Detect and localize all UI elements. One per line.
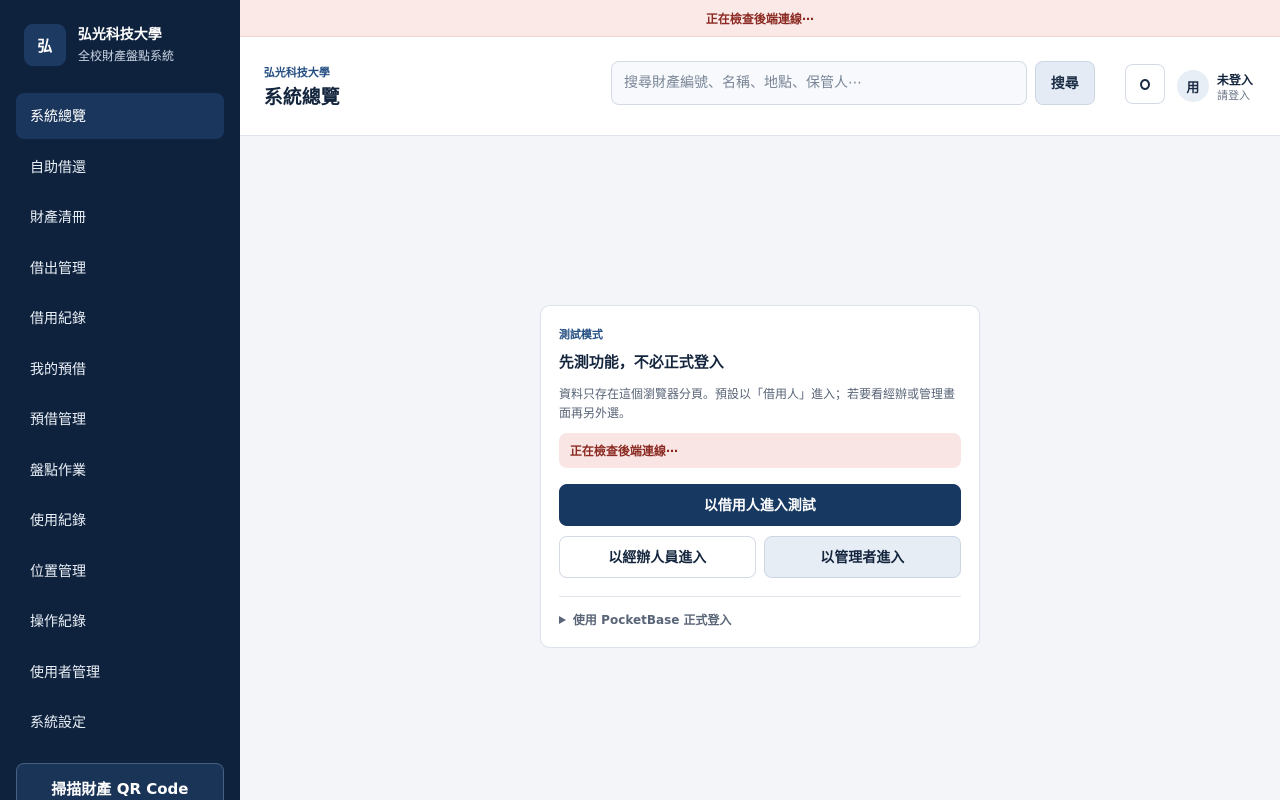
sidebar-item-overview[interactable]: 系統總覽 — [16, 93, 224, 139]
triangle-right-icon — [559, 615, 566, 624]
sidebar-item-audit-log[interactable]: 操作紀錄 — [16, 598, 224, 644]
user-login-hint: 請登入 — [1217, 89, 1250, 102]
enter-as-borrower-button[interactable]: 以借用人進入測試 — [559, 484, 961, 526]
sidebar-item-locations[interactable]: 位置管理 — [16, 548, 224, 594]
sidebar-item-asset-list[interactable]: 財產清冊 — [16, 194, 224, 240]
sidebar-item-loan-records[interactable]: 借用紀錄 — [16, 295, 224, 341]
circle-icon — [1140, 78, 1150, 90]
card-description: 資料只存在這個瀏覽器分頁。預設以「借用人」進入；若要看經辦或管理畫面再另外選。 — [559, 387, 956, 420]
header: 弘光科技大學 系統總覽 搜尋 用 未登入 請登入 — [240, 37, 1280, 136]
pocketbase-login-label: 使用 PocketBase 正式登入 — [573, 613, 732, 627]
brand-name: 弘光科技大學 — [78, 27, 162, 43]
page-title: 系統總覽 — [264, 86, 341, 108]
sidebar-nav: 系統總覽 自助借還 財產清冊 借出管理 借用紀錄 我的預借 預借管理 盤點作業 … — [16, 93, 224, 750]
connection-banner: 正在檢查後端連線⋯ — [240, 0, 1280, 37]
test-mode-card: 測試模式 先測功能，不必正式登入 資料只存在這個瀏覽器分頁。預設以「借用人」進入… — [540, 305, 980, 648]
brand: 弘 弘光科技大學 全校財產盤點系統 — [24, 24, 174, 66]
user-name: 未登入 — [1217, 73, 1254, 87]
divider — [559, 596, 961, 597]
pocketbase-login-toggle[interactable]: 使用 PocketBase 正式登入 — [559, 611, 732, 628]
sidebar-item-inventory[interactable]: 盤點作業 — [16, 447, 224, 493]
sidebar-item-settings[interactable]: 系統設定 — [16, 699, 224, 745]
theme-toggle-button[interactable] — [1125, 64, 1165, 104]
sidebar-item-loan-management[interactable]: 借出管理 — [16, 245, 224, 291]
scan-qr-button[interactable]: 掃描財產 QR Code — [16, 763, 224, 800]
card-tag: 測試模式 — [559, 328, 603, 341]
sidebar: 弘 弘光科技大學 全校財產盤點系統 系統總覽 自助借還 財產清冊 借出管理 借用… — [0, 0, 240, 800]
sidebar-item-usage-records[interactable]: 使用紀錄 — [16, 497, 224, 543]
brand-text: 弘光科技大學 全校財產盤點系統 — [78, 25, 174, 65]
sidebar-item-users[interactable]: 使用者管理 — [16, 649, 224, 695]
card-title: 先測功能，不必正式登入 — [559, 353, 725, 371]
sidebar-item-self-borrow[interactable]: 自助借還 — [16, 144, 224, 190]
enter-as-admin-button[interactable]: 以管理者進入 — [764, 536, 961, 578]
brand-logo: 弘 — [24, 24, 66, 66]
breadcrumb: 弘光科技大學 — [264, 66, 330, 79]
status-badge: 正在檢查後端連線⋯ — [559, 433, 961, 468]
search-input[interactable] — [611, 61, 1027, 105]
sidebar-item-my-reservations[interactable]: 我的預借 — [16, 346, 224, 392]
enter-as-staff-button[interactable]: 以經辦人員進入 — [559, 536, 756, 578]
sidebar-item-reservation-management[interactable]: 預借管理 — [16, 396, 224, 442]
brand-subtitle: 全校財產盤點系統 — [78, 49, 175, 63]
avatar[interactable]: 用 — [1177, 70, 1209, 102]
search-button[interactable]: 搜尋 — [1035, 61, 1095, 105]
